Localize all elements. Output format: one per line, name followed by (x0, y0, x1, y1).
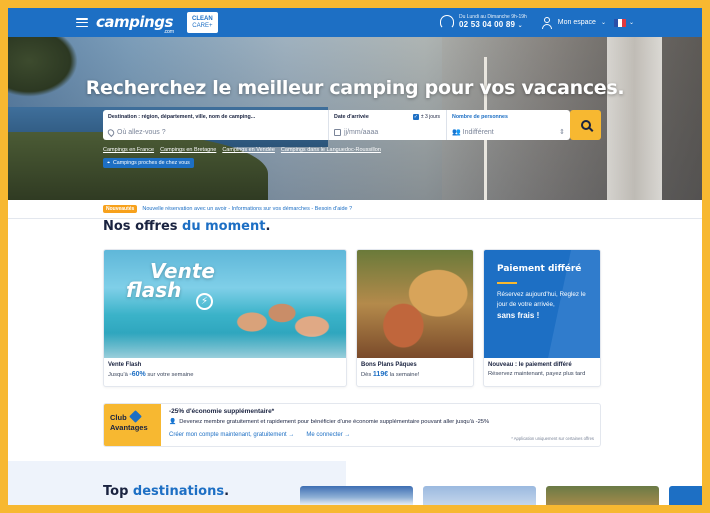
persons-field[interactable]: Nombre de personnes 👥 Indifférent ⇕ (447, 110, 570, 140)
news-bar: Nouveautés Nouvelle réservation avec un … (103, 205, 352, 213)
club-title: -25% d'économie supplémentaire* (169, 408, 275, 415)
destination-card[interactable] (546, 486, 659, 505)
location-pin-icon (106, 127, 116, 138)
headset-icon (439, 15, 454, 30)
calendar-icon (334, 129, 341, 136)
hero-title: Recherchez le meilleur camping pour vos … (85, 77, 625, 99)
people-icon: 👥 (452, 129, 461, 136)
destination-input[interactable]: Où allez-vous ? (117, 129, 166, 136)
offer-subtitle: Jusqu'à -60% sur votre semaine (108, 371, 194, 378)
phone-hours: Du Lundi au Dimanche 9h-19h (458, 13, 527, 20)
quick-link[interactable]: Campings en Bretagne (160, 147, 216, 153)
persons-select[interactable]: Indifférent (463, 129, 494, 136)
offer-title: Vente Flash (108, 362, 142, 368)
offer-subtitle: Dès 119€ la semaine! (361, 371, 420, 378)
club-note: * Application uniquement sur certaines o… (511, 436, 594, 441)
destination-card[interactable] (300, 486, 413, 505)
page-frame: campings .com CLEAN CARE+ Du Lundi au Dima… (8, 8, 702, 505)
create-account-link[interactable]: Créer mon compte maintenant, gratuitemen… (169, 432, 294, 438)
arrival-date-field[interactable]: Date d'arrivée ✓ ± 3 jours jj/mm/aaaa (329, 110, 447, 140)
user-icon: 👤 (169, 419, 177, 425)
user-icon (541, 16, 553, 29)
destination-card[interactable] (669, 486, 702, 505)
destination-field[interactable]: Destination : région, département, ville… (103, 110, 329, 140)
chevron-down-icon: ⌄ (628, 20, 634, 26)
tag-icon (129, 410, 142, 423)
quick-link[interactable]: Campings en France (103, 147, 154, 153)
offer-card-easter[interactable]: Bons Plans Pâques Dès 119€ la semaine! (356, 249, 474, 387)
top-bar: campings .com CLEAN CARE+ Du Lundi au Dima… (8, 8, 702, 37)
news-badge: Nouveautés (103, 205, 138, 213)
easter-offer-image (357, 250, 473, 358)
language-selector[interactable]: ⌄ (606, 18, 634, 27)
destinations-heading: Top destinations. (103, 484, 230, 499)
crosshair-icon: ⌖ (107, 159, 110, 166)
destination-card[interactable] (423, 486, 536, 505)
offer-title: Bons Plans Pâques (361, 362, 417, 368)
menu-icon[interactable] (76, 18, 88, 27)
news-message[interactable]: Nouvelle réservation avec un avoir - Inf… (142, 206, 352, 212)
flexible-dates-checkbox[interactable]: ✓ ± 3 jours (412, 114, 440, 120)
offer-subtitle: Réservez maintenant, payez plus tard (488, 371, 586, 377)
offer-card-flash-sale[interactable]: Vente flash ⚡ Vente Flash Jusqu'à -60% su… (103, 249, 347, 387)
phone-number: 02 53 04 00 89 ⌄ (458, 20, 523, 30)
search-icon (580, 120, 591, 130)
clean-care-badge: CLEAN CARE+ (186, 12, 218, 33)
account-menu[interactable]: Mon espace ⌄ (541, 16, 606, 29)
lightning-icon: ⚡ (196, 293, 213, 310)
updown-icon: ⇕ (559, 129, 565, 136)
quick-link[interactable]: Campings en Vendée (222, 147, 275, 153)
club-logo: Club Avantages (104, 404, 161, 446)
offers-heading: Nos offres du moment. (103, 219, 271, 234)
search-button[interactable] (570, 110, 601, 140)
french-flag-icon (613, 18, 626, 27)
club-description: 👤 Devenez membre gratuitement et rapideme… (169, 419, 490, 425)
deferred-payment-banner: Paiement différé Réservez aujourd'hui, R… (484, 250, 600, 358)
flash-sale-image: Vente flash ⚡ (104, 250, 346, 358)
phone-contact[interactable]: Du Lundi au Dimanche 9h-19h 02 53 04 00 … (439, 13, 527, 31)
club-avantages-banner: Club Avantages -25% d'économie supplément… (103, 403, 601, 447)
login-link[interactable]: Me connecter → (306, 432, 350, 438)
quick-links: Campings en France Campings en Bretagne … (103, 147, 381, 153)
search-form: Destination : région, département, ville… (103, 110, 570, 140)
offer-title: Nouveau : le paiement différé (488, 362, 572, 368)
hero-banner: Recherchez le meilleur camping pour vos … (8, 37, 702, 200)
offer-card-deferred-payment[interactable]: Paiement différé Réservez aujourd'hui, R… (483, 249, 601, 387)
date-input[interactable]: jj/mm/aaaa (344, 129, 378, 136)
quick-link[interactable]: Campings dans le Languedoc-Roussillon (281, 147, 381, 153)
nearby-campings-button[interactable]: ⌖ Campings proches de chez vous (103, 158, 194, 168)
logo[interactable]: campings .com (96, 15, 174, 35)
